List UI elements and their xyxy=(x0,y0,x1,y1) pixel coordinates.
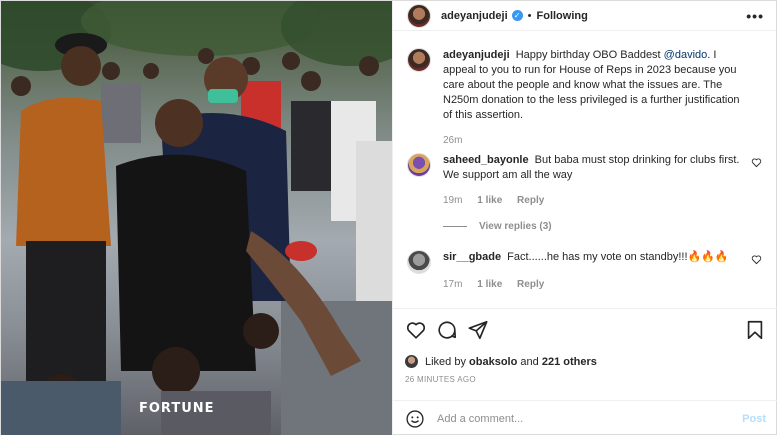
add-comment-bar: Post xyxy=(393,400,777,435)
view-replies-label: View replies (3) xyxy=(479,221,552,232)
comment-body: sir__gbade Fact......he has my vote on s… xyxy=(443,250,743,290)
divider xyxy=(443,226,467,227)
liked-by-prefix: Liked by xyxy=(425,355,466,368)
photo-watermark: FORTUNE xyxy=(139,401,215,416)
liked-by-others[interactable]: 221 others xyxy=(542,356,597,368)
comments-section: adeyanjudeji Happy birthday OBO Baddest … xyxy=(393,32,777,307)
caption-text: adeyanjudeji Happy birthday OBO Baddest … xyxy=(443,48,743,123)
liked-by-user[interactable]: obaksolo xyxy=(469,356,517,368)
caption-time: 26m xyxy=(443,135,463,146)
comment-input[interactable] xyxy=(437,412,743,425)
caption: adeyanjudeji Happy birthday OBO Baddest … xyxy=(407,48,762,146)
avatar[interactable] xyxy=(405,355,418,368)
mention-link[interactable]: @davido xyxy=(664,49,708,61)
share-icon[interactable] xyxy=(467,319,489,341)
heart-icon[interactable] xyxy=(405,319,427,341)
avatar[interactable] xyxy=(407,250,431,274)
likes-summary: Liked by obaksolo and 221 others xyxy=(405,355,766,368)
comment-likes[interactable]: 1 like xyxy=(477,279,502,290)
comment-meta: 19m 1 like Reply xyxy=(443,195,743,206)
comment-likes[interactable]: 1 like xyxy=(477,195,502,206)
comment-body: saheed_bayonle But baba must stop drinki… xyxy=(443,153,743,206)
comment-item: saheed_bayonle But baba must stop drinki… xyxy=(407,153,762,206)
post-header: adeyanjudeji ✓ • Following ••• xyxy=(393,1,776,31)
heart-icon[interactable] xyxy=(751,157,762,168)
avatar[interactable] xyxy=(407,153,431,177)
post-photo[interactable]: FORTUNE xyxy=(1,1,392,435)
comment-username[interactable]: saheed_bayonle xyxy=(443,154,529,166)
post-actions: Liked by obaksolo and 221 others 26 MINU… xyxy=(393,308,777,384)
smile-icon[interactable] xyxy=(405,409,425,429)
caption-body: adeyanjudeji Happy birthday OBO Baddest … xyxy=(443,48,743,146)
instagram-post: FORTUNE adeyanjudeji ✓ • Following ••• a… xyxy=(0,0,777,435)
comment-text: sir__gbade Fact......he has my vote on s… xyxy=(443,250,743,265)
caption-meta: 26m xyxy=(443,135,743,146)
more-icon[interactable]: ••• xyxy=(746,8,764,24)
heart-icon[interactable] xyxy=(751,254,762,265)
caption-text-part1: Happy birthday OBO Baddest xyxy=(515,49,664,61)
bookmark-icon[interactable] xyxy=(744,319,766,341)
crowd-photo-illustration xyxy=(1,1,392,435)
comment-time: 17m xyxy=(443,279,463,290)
comment-time: 19m xyxy=(443,195,463,206)
header-separator: • xyxy=(527,9,532,22)
header-username[interactable]: adeyanjudeji xyxy=(441,10,508,22)
following-button[interactable]: Following xyxy=(537,10,588,22)
avatar[interactable] xyxy=(407,3,431,28)
view-replies-button[interactable]: View replies (3) xyxy=(443,221,552,232)
caption-username[interactable]: adeyanjudeji xyxy=(443,49,510,61)
comment-icon[interactable] xyxy=(436,319,458,341)
comment-meta: 17m 1 like Reply xyxy=(443,279,743,290)
comment-text: saheed_bayonle But baba must stop drinki… xyxy=(443,153,743,183)
comment-item: sir__gbade Fact......he has my vote on s… xyxy=(407,250,762,290)
post-side-panel: adeyanjudeji ✓ • Following ••• adeyanjud… xyxy=(392,1,777,435)
verified-icon: ✓ xyxy=(511,10,523,21)
post-timestamp[interactable]: 26 MINUTES AGO xyxy=(405,375,766,384)
action-icons xyxy=(405,319,766,341)
post-button[interactable]: Post xyxy=(742,413,766,425)
liked-by-and: and xyxy=(520,355,539,368)
reply-button[interactable]: Reply xyxy=(517,279,544,290)
reply-button[interactable]: Reply xyxy=(517,195,544,206)
avatar[interactable] xyxy=(407,48,431,72)
comment-username[interactable]: sir__gbade xyxy=(443,251,501,263)
comment-content: Fact......he has my vote on standby!!!🔥🔥… xyxy=(507,251,729,263)
